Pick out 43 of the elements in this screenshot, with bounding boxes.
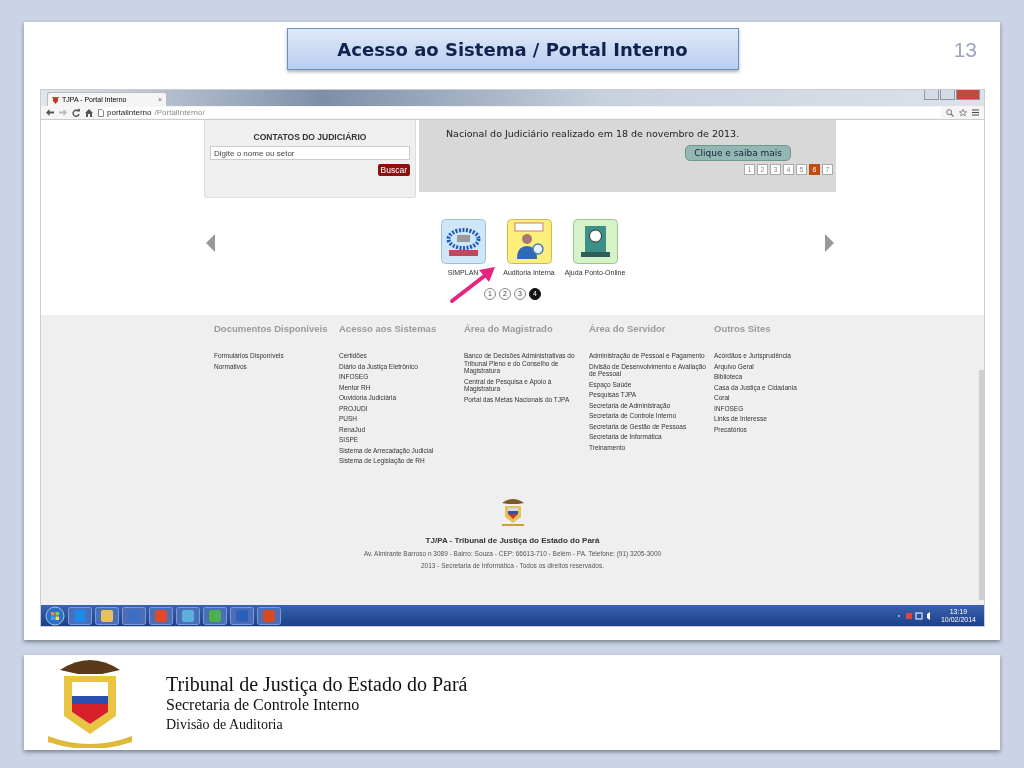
scrollbar[interactable]	[979, 370, 984, 600]
auditor-icon[interactable]	[506, 218, 552, 264]
app-icon[interactable]	[176, 606, 200, 625]
caption-line: Divisão de Auditoria	[166, 716, 284, 733]
app-icon[interactable]	[149, 606, 173, 625]
contacts-title: CONTATOS DO JUDICIÁRIO	[252, 132, 368, 142]
reload-icon[interactable]	[72, 108, 80, 117]
maximize-button[interactable]	[940, 90, 955, 100]
minimize-button[interactable]	[924, 90, 939, 100]
close-button[interactable]	[956, 90, 980, 100]
crest-icon	[52, 95, 59, 104]
forward-icon[interactable]	[59, 109, 67, 116]
search-button[interactable]: Buscar	[377, 164, 410, 176]
organization-name: TJ/PA - Tribunal de Justiça do Estado do Pará	[425, 536, 600, 545]
footer-heading: Documentos Disponíveis	[214, 323, 329, 334]
footer-heading: Área do Servidor	[589, 323, 667, 334]
crest-icon	[499, 497, 526, 527]
next-arrow-icon[interactable]	[825, 234, 834, 252]
start-button[interactable]	[45, 605, 65, 626]
search-icon[interactable]	[946, 108, 954, 117]
contact-search-field[interactable]: Digite o nome ou setor	[210, 146, 410, 160]
app-icon[interactable]	[122, 606, 146, 625]
app-icon[interactable]	[257, 606, 281, 625]
app-icon[interactable]	[230, 606, 254, 625]
footer-heading: Outros Sites	[714, 323, 772, 334]
caption-line: Secretaria de Controle Interno	[166, 695, 361, 714]
footer-heading: Área do Magistrado	[464, 323, 554, 334]
star-icon[interactable]	[959, 108, 967, 117]
app-icon[interactable]	[203, 606, 227, 625]
news-text: Nacional do Judiciário realizado em 18 de novembro de 2013.	[446, 128, 741, 139]
slide-title: Acesso ao Sistema / Portal Interno	[286, 28, 739, 70]
address-field[interactable]: portalinterno /PortalInterno/	[98, 107, 941, 118]
caption-line: Tribunal de Justiça do Estado do Pará	[166, 672, 468, 696]
people-network-icon[interactable]	[440, 218, 486, 264]
footer-heading: Acesso aos Sistemas	[339, 323, 438, 334]
menu-icon[interactable]	[972, 109, 979, 116]
time-clock-icon[interactable]	[572, 218, 618, 264]
previous-arrow-icon[interactable]	[206, 234, 215, 252]
read-more-button[interactable]: Clique e saiba mais	[685, 145, 791, 161]
page-number: 13	[953, 38, 977, 62]
app-icon[interactable]	[95, 606, 119, 625]
back-icon[interactable]	[46, 109, 54, 116]
home-icon[interactable]	[85, 108, 93, 117]
